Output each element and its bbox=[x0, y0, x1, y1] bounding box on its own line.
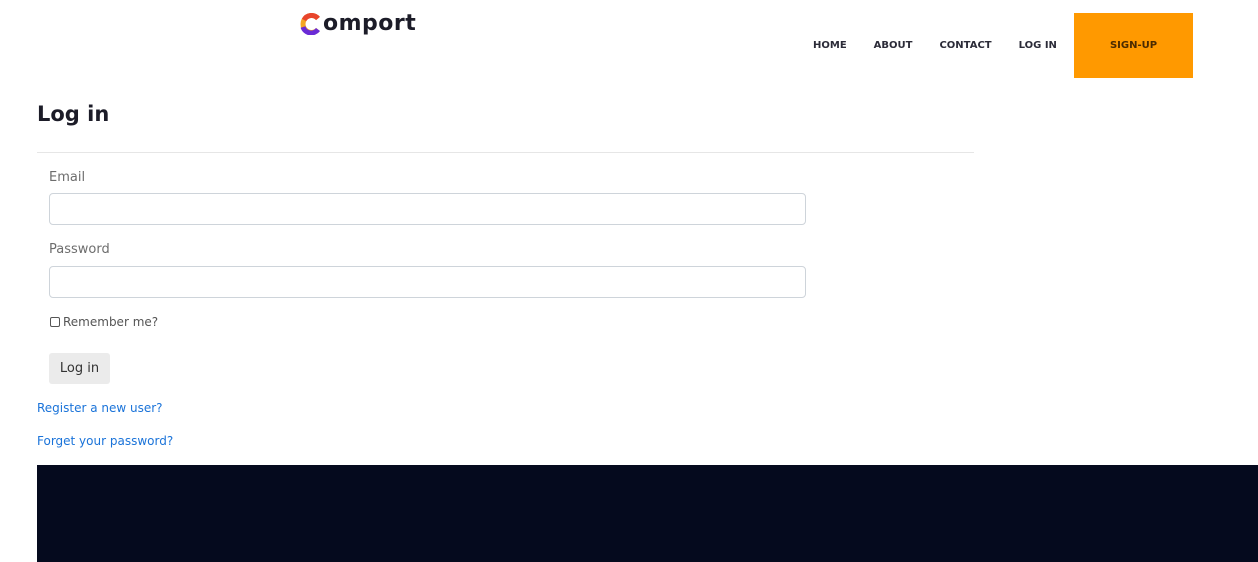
main-nav: HOME ABOUT CONTACT LOG IN bbox=[800, 13, 1073, 78]
password-label: Password bbox=[49, 242, 110, 257]
title-divider bbox=[37, 152, 974, 153]
email-field[interactable] bbox=[49, 193, 806, 225]
remember-me-checkbox[interactable] bbox=[50, 317, 60, 327]
remember-me-label: Remember me? bbox=[63, 315, 159, 329]
nav-home-link[interactable]: HOME bbox=[813, 40, 847, 51]
brand-logo-mark bbox=[300, 13, 321, 35]
forgot-password-link[interactable]: Forget your password? bbox=[37, 435, 173, 447]
login-submit-button[interactable]: Log in bbox=[49, 353, 110, 384]
nav-contact-link[interactable]: CONTACT bbox=[939, 40, 991, 51]
page-title: Log in bbox=[37, 102, 110, 126]
nav-login-link[interactable]: LOG IN bbox=[1019, 40, 1057, 51]
nav-about-link[interactable]: ABOUT bbox=[874, 40, 913, 51]
signup-button[interactable]: SIGN-UP bbox=[1074, 13, 1193, 78]
email-label: Email bbox=[49, 170, 86, 185]
footer bbox=[37, 465, 1258, 562]
brand-logo[interactable]: omport bbox=[300, 8, 416, 40]
brand-name: omport bbox=[323, 11, 417, 36]
register-link[interactable]: Register a new user? bbox=[37, 402, 163, 414]
remember-me-row[interactable]: Remember me? bbox=[50, 316, 158, 328]
password-field[interactable] bbox=[49, 266, 806, 298]
